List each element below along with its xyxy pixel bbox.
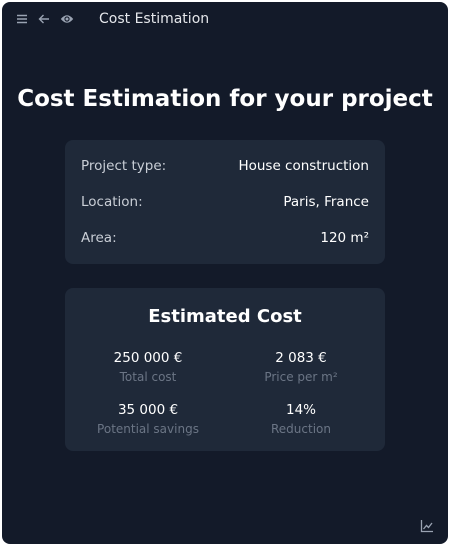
page-heading: Cost Estimation for your project: [17, 86, 433, 112]
area-value: 120 m²: [320, 230, 369, 246]
project-type-value: House construction: [238, 158, 369, 174]
area-row: Area: 120 m²: [81, 228, 369, 248]
top-bar: Cost Estimation: [2, 2, 448, 36]
back-arrow-icon[interactable]: [37, 12, 51, 26]
location-value: Paris, France: [283, 194, 369, 210]
area-label: Area:: [81, 230, 117, 246]
price-per-m2-caption: Price per m²: [264, 370, 338, 384]
price-per-m2-value: 2 083 €: [275, 350, 327, 366]
project-details-card: Project type: House construction Locatio…: [65, 140, 385, 264]
total-cost-stat: 250 000 € Total cost: [68, 349, 228, 385]
location-row: Location: Paris, France: [81, 192, 369, 212]
reduction-value: 14%: [285, 402, 316, 418]
estimated-cost-title: Estimated Cost: [148, 306, 302, 327]
potential-savings-value: 35 000 €: [117, 402, 179, 418]
estimated-cost-card: Estimated Cost 250 000 € Total cost 2 08…: [65, 288, 385, 451]
potential-savings-caption: Potential savings: [97, 422, 199, 436]
window-title: Cost Estimation: [99, 11, 210, 27]
project-type-row: Project type: House construction: [81, 156, 369, 176]
chart-icon[interactable]: [420, 518, 434, 533]
app-window: Cost Estimation Cost Estimation for your…: [2, 2, 448, 544]
reduction-caption: Reduction: [271, 422, 331, 436]
menu-icon[interactable]: [15, 12, 29, 26]
reduction-stat: 14% Reduction: [221, 401, 381, 437]
location-label: Location:: [81, 194, 143, 210]
total-cost-value: 250 000 €: [113, 350, 183, 366]
total-cost-caption: Total cost: [119, 370, 177, 384]
price-per-m2-stat: 2 083 € Price per m²: [221, 349, 381, 385]
potential-savings-stat: 35 000 € Potential savings: [68, 401, 228, 437]
eye-icon[interactable]: [60, 12, 74, 26]
project-type-label: Project type:: [81, 158, 167, 174]
